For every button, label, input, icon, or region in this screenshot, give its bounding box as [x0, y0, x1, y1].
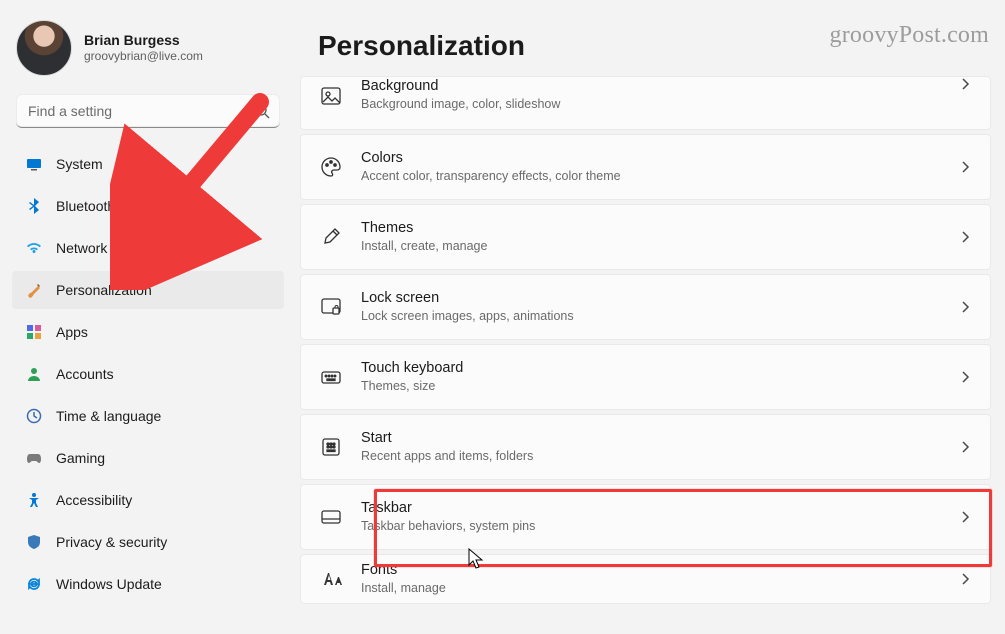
- card-title: Touch keyboard: [361, 359, 940, 378]
- avatar: [16, 20, 72, 76]
- card-sub: Install, manage: [361, 580, 940, 596]
- nav-item-update[interactable]: Windows Update: [12, 565, 284, 603]
- chevron-right-icon: [958, 77, 972, 91]
- main: Personalization Background Background im…: [292, 0, 1005, 634]
- lockscreen-icon: [319, 274, 343, 340]
- keyboard-icon: [319, 344, 343, 410]
- card-title: Themes: [361, 219, 940, 238]
- nav-label: Apps: [56, 324, 88, 340]
- nav-label: System: [56, 156, 103, 172]
- card-text: Touch keyboard Themes, size: [361, 359, 940, 394]
- nav-label: Gaming: [56, 450, 105, 466]
- nav-item-bluetooth[interactable]: Bluetooth & devices: [12, 187, 284, 225]
- nav-item-system[interactable]: System: [12, 145, 284, 183]
- card-touchkeyboard[interactable]: Touch keyboard Themes, size: [300, 344, 991, 410]
- card-start[interactable]: Start Recent apps and items, folders: [300, 414, 991, 480]
- card-colors[interactable]: Colors Accent color, transparency effect…: [300, 134, 991, 200]
- card-text: Themes Install, create, manage: [361, 219, 940, 254]
- apps-icon: [26, 324, 42, 340]
- search-container: [16, 94, 280, 128]
- card-text: Fonts Install, manage: [361, 561, 940, 596]
- user-name: Brian Burgess: [84, 32, 203, 50]
- nav-item-accounts[interactable]: Accounts: [12, 355, 284, 393]
- nav-label: Personalization: [56, 282, 152, 298]
- card-sub: Themes, size: [361, 378, 940, 394]
- card-title: Taskbar: [361, 499, 940, 518]
- card-sub: Recent apps and items, folders: [361, 448, 940, 464]
- update-icon: [26, 576, 42, 592]
- watermark: groovyPost.com: [830, 22, 989, 49]
- card-title: Fonts: [361, 561, 940, 580]
- cards: Background Background image, color, slid…: [292, 76, 995, 604]
- card-text: Colors Accent color, transparency effect…: [361, 149, 940, 184]
- card-sub: Background image, color, slideshow: [361, 96, 940, 112]
- nav-item-network[interactable]: Network & internet: [12, 229, 284, 267]
- search-icon: [254, 103, 270, 119]
- palette-icon: [319, 134, 343, 200]
- shield-icon: [26, 534, 42, 550]
- nav-label: Time & language: [56, 408, 161, 424]
- card-text: Taskbar Taskbar behaviors, system pins: [361, 499, 940, 534]
- clock-icon: [26, 408, 42, 424]
- bluetooth-icon: [26, 198, 42, 214]
- paintbrush-icon: [26, 282, 42, 298]
- nav-item-privacy[interactable]: Privacy & security: [12, 523, 284, 561]
- fonts-icon: [319, 546, 343, 612]
- chevron-right-icon: [958, 370, 972, 384]
- chevron-right-icon: [958, 230, 972, 244]
- nav-item-time[interactable]: Time & language: [12, 397, 284, 435]
- nav-label: Accessibility: [56, 492, 132, 508]
- start-icon: [319, 414, 343, 480]
- card-background[interactable]: Background Background image, color, slid…: [300, 76, 991, 130]
- nav: System Bluetooth & devices Network & int…: [8, 140, 288, 604]
- nav-label: Network & internet: [56, 240, 171, 256]
- card-title: Background: [361, 77, 940, 96]
- nav-label: Accounts: [56, 366, 114, 382]
- chevron-right-icon: [958, 572, 972, 586]
- search-input[interactable]: [16, 94, 280, 128]
- card-title: Colors: [361, 149, 940, 168]
- card-fonts[interactable]: Fonts Install, manage: [300, 554, 991, 604]
- taskbar-icon: [319, 484, 343, 550]
- nav-item-gaming[interactable]: Gaming: [12, 439, 284, 477]
- card-text: Lock screen Lock screen images, apps, an…: [361, 289, 940, 324]
- card-lockscreen[interactable]: Lock screen Lock screen images, apps, an…: [300, 274, 991, 340]
- user-email: groovybrian@live.com: [84, 49, 203, 64]
- system-icon: [26, 156, 42, 172]
- card-taskbar[interactable]: Taskbar Taskbar behaviors, system pins: [300, 484, 991, 550]
- nav-label: Privacy & security: [56, 534, 167, 550]
- card-themes[interactable]: Themes Install, create, manage: [300, 204, 991, 270]
- wifi-icon: [26, 240, 42, 256]
- person-icon: [26, 366, 42, 382]
- card-text: Background Background image, color, slid…: [361, 77, 940, 112]
- card-text: Start Recent apps and items, folders: [361, 429, 940, 464]
- gaming-icon: [26, 450, 42, 466]
- nav-item-personalization[interactable]: Personalization: [12, 271, 284, 309]
- card-sub: Install, create, manage: [361, 238, 940, 254]
- nav-item-apps[interactable]: Apps: [12, 313, 284, 351]
- chevron-right-icon: [958, 510, 972, 524]
- card-title: Start: [361, 429, 940, 448]
- card-sub: Accent color, transparency effects, colo…: [361, 168, 940, 184]
- sidebar: Brian Burgess groovybrian@live.com Syste…: [0, 0, 292, 634]
- accessibility-icon: [26, 492, 42, 508]
- chevron-right-icon: [958, 440, 972, 454]
- card-sub: Taskbar behaviors, system pins: [361, 518, 940, 534]
- chevron-right-icon: [958, 300, 972, 314]
- brush-icon: [319, 204, 343, 270]
- chevron-right-icon: [958, 160, 972, 174]
- image-icon: [319, 77, 343, 131]
- user-text: Brian Burgess groovybrian@live.com: [84, 32, 203, 65]
- nav-label: Windows Update: [56, 576, 162, 592]
- user-profile[interactable]: Brian Burgess groovybrian@live.com: [8, 14, 288, 90]
- card-title: Lock screen: [361, 289, 940, 308]
- card-sub: Lock screen images, apps, animations: [361, 308, 940, 324]
- nav-item-accessibility[interactable]: Accessibility: [12, 481, 284, 519]
- nav-label: Bluetooth & devices: [56, 198, 180, 214]
